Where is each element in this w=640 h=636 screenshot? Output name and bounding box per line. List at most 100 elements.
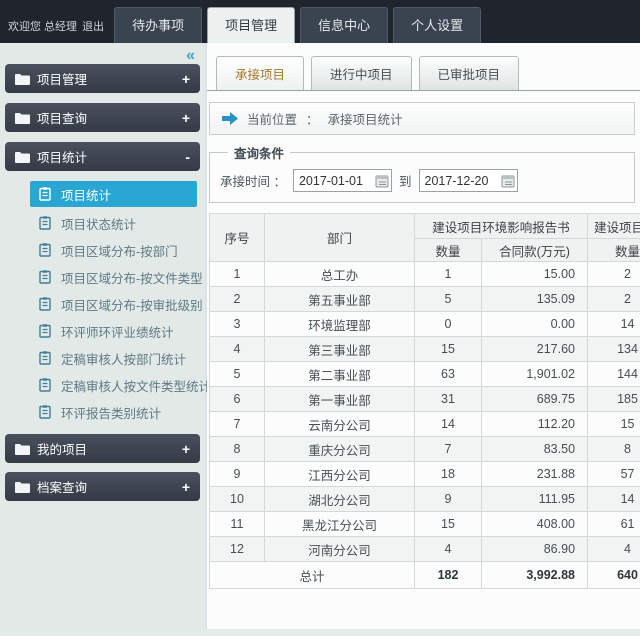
- table-row: 5第二事业部631,901.02144: [210, 362, 640, 387]
- sidebar-section-project-query[interactable]: 项目查询 +: [5, 103, 200, 132]
- table-row: 11黑龙江分公司15408.0061: [210, 512, 640, 537]
- bottom-strip: [0, 629, 640, 636]
- cell-no: 4: [210, 337, 265, 362]
- sidebar-item-selected[interactable]: 项目统计: [30, 181, 197, 207]
- folder-open-icon: [15, 151, 30, 163]
- tab-todo[interactable]: 待办事项: [114, 7, 202, 43]
- table-row: 12河南分公司486.904: [210, 537, 640, 562]
- collapse-sidebar-icon[interactable]: «: [186, 47, 195, 65]
- cell-qty: 18: [415, 462, 482, 487]
- cell-amount: 86.90: [482, 537, 588, 562]
- sidebar-item-label: 定稿审核人按部门统计: [61, 349, 186, 368]
- section-label: 项目管理: [37, 69, 182, 88]
- cell-dept: 第三事业部: [265, 337, 415, 362]
- date-from-input[interactable]: [299, 174, 373, 188]
- sidebar-item[interactable]: 项目区域分布-按部门: [30, 237, 197, 263]
- total-amount: 3,992.88: [482, 562, 588, 589]
- sidebar-item[interactable]: 环评师环评业绩统计: [30, 318, 197, 344]
- sidebar-item[interactable]: 环评报告类别统计: [30, 399, 197, 425]
- cell-no: 10: [210, 487, 265, 512]
- cell-qty: 4: [415, 537, 482, 562]
- cell-qty2: 185: [588, 387, 640, 412]
- col-header-seq: 序号: [210, 214, 265, 262]
- sidebar-item[interactable]: 定稿审核人按文件类型统计: [30, 372, 197, 398]
- col-header-qty: 数量: [415, 239, 482, 262]
- date-to-input[interactable]: [425, 174, 499, 188]
- cell-amount: 135.09: [482, 287, 588, 312]
- arrow-right-icon: [222, 112, 238, 125]
- main-content: 承接项目 进行中项目 已审批项目 当前位置 ： 承接项目统计 查询条件 承接时间…: [207, 43, 640, 629]
- col-header-dept: 部门: [265, 214, 415, 262]
- date-from-wrapper: [293, 169, 392, 192]
- query-legend: 查询条件: [228, 143, 290, 162]
- cell-dept: 黑龙江分公司: [265, 512, 415, 537]
- cell-amount: 217.60: [482, 337, 588, 362]
- col-group-report-book: 建设项目环境影响报告书: [415, 214, 588, 239]
- cell-dept: 河南分公司: [265, 537, 415, 562]
- query-row: 承接时间 ： 到: [220, 169, 624, 192]
- document-icon: [39, 243, 51, 257]
- cell-no: 1: [210, 262, 265, 287]
- cell-qty2: 8: [588, 437, 640, 462]
- cell-qty: 5: [415, 287, 482, 312]
- cell-amount: 15.00: [482, 262, 588, 287]
- cell-qty: 0: [415, 312, 482, 337]
- sidebar-section-my-projects[interactable]: 我的项目 +: [5, 434, 200, 463]
- cell-qty: 14: [415, 412, 482, 437]
- to-label: 到: [399, 171, 412, 190]
- sidebar-section-project-management[interactable]: 项目管理 +: [5, 64, 200, 93]
- logout-link[interactable]: 退出: [82, 21, 104, 33]
- sidebar-item[interactable]: 项目区域分布-按文件类型: [30, 264, 197, 290]
- tab-project-management[interactable]: 项目管理: [207, 7, 295, 43]
- tab-in-progress-projects[interactable]: 进行中项目: [311, 56, 412, 90]
- cell-qty: 7: [415, 437, 482, 462]
- section-label: 档案查询: [37, 477, 182, 496]
- total-qty2: 640: [588, 562, 640, 589]
- table-row: 9江西分公司18231.8857: [210, 462, 640, 487]
- sidebar-submenu: 项目统计项目状态统计项目区域分布-按部门项目区域分布-按文件类型项目区域分布-按…: [5, 181, 200, 425]
- sidebar-item[interactable]: 项目区域分布-按审批级别: [30, 291, 197, 317]
- expand-icon: +: [182, 479, 190, 495]
- tab-info-center[interactable]: 信息中心: [300, 7, 388, 43]
- cell-qty2: 4: [588, 537, 640, 562]
- folder-icon: [15, 73, 30, 85]
- folder-icon: [15, 443, 30, 455]
- cell-no: 8: [210, 437, 265, 462]
- folder-icon: [15, 112, 30, 124]
- col-header-amount: 合同款(万元): [482, 239, 588, 262]
- tab-personal-settings[interactable]: 个人设置: [393, 7, 481, 43]
- section-label: 项目统计: [37, 147, 185, 166]
- sidebar-item[interactable]: 项目状态统计: [30, 210, 197, 236]
- cell-qty2: 57: [588, 462, 640, 487]
- calendar-icon[interactable]: [501, 174, 515, 188]
- cell-qty2: 14: [588, 487, 640, 512]
- statistics-table: 序号 部门 建设项目环境影响报告书 建设项目环境影响报告表 数量 合同款(万元)…: [209, 213, 640, 589]
- table-footer: 总计 182 3,992.88 640: [210, 562, 640, 589]
- cell-qty: 1: [415, 262, 482, 287]
- cell-no: 7: [210, 412, 265, 437]
- document-icon: [39, 324, 51, 338]
- sidebar-item[interactable]: 定稿审核人按部门统计: [30, 345, 197, 371]
- sidebar-section-archive-query[interactable]: 档案查询 +: [5, 472, 200, 501]
- date-range-label: 承接时间 ：: [220, 171, 286, 190]
- tab-approved-projects[interactable]: 已审批项目: [419, 56, 520, 90]
- total-label: 总计: [210, 562, 415, 589]
- calendar-icon[interactable]: [375, 174, 389, 188]
- cell-amount: 0.00: [482, 312, 588, 337]
- document-icon: [39, 351, 51, 365]
- top-tab-bar: 待办事项 项目管理 信息中心 个人设置: [114, 7, 481, 43]
- cell-no: 9: [210, 462, 265, 487]
- tab-undertaken-projects[interactable]: 承接项目: [216, 56, 304, 90]
- sidebar-section-project-statistics[interactable]: 项目统计 -: [5, 142, 200, 171]
- sidebar-item-label: 环评报告类别统计: [61, 403, 161, 422]
- sidebar-item-label: 项目区域分布-按部门: [61, 241, 178, 260]
- sidebar-item-label: 项目区域分布-按文件类型: [61, 268, 203, 287]
- breadcrumb-value: 承接项目统计: [328, 109, 403, 128]
- cell-dept: 湖北分公司: [265, 487, 415, 512]
- document-icon: [39, 187, 51, 201]
- cell-amount: 83.50: [482, 437, 588, 462]
- cell-qty2: 2: [588, 262, 640, 287]
- cell-dept: 江西分公司: [265, 462, 415, 487]
- table-body: 1总工办115.0022第五事业部5135.0923环境监理部00.00144第…: [210, 262, 640, 562]
- sidebar-item-label: 项目状态统计: [61, 214, 136, 233]
